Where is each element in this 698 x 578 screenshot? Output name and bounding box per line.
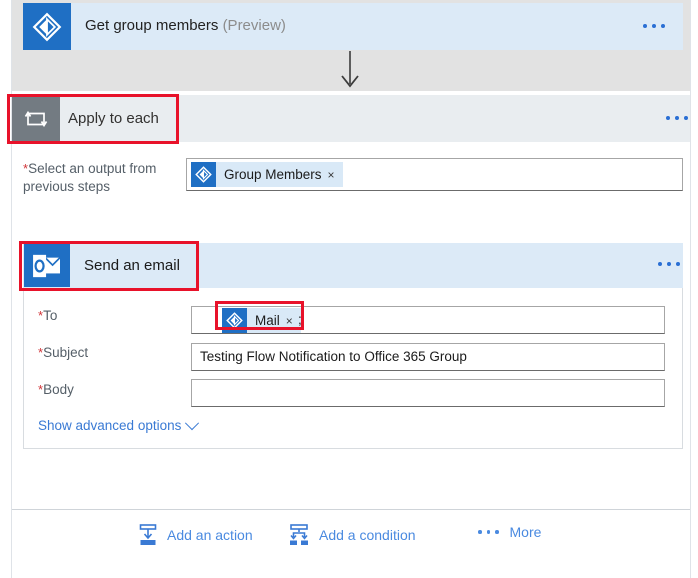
trigger-card-overflow-menu-icon[interactable] <box>643 24 665 28</box>
select-output-label: *Select an output from previous steps <box>23 160 178 196</box>
apply-to-each-overflow-menu-icon[interactable] <box>666 116 688 120</box>
to-field-label: *To <box>38 308 57 323</box>
subject-field-label-text: Subject <box>43 345 88 360</box>
group-members-token-label: Group Members <box>216 167 328 182</box>
add-an-action-button[interactable]: Add an action <box>138 524 253 546</box>
more-button[interactable]: More <box>478 524 541 540</box>
add-a-condition-label: Add a condition <box>319 527 416 543</box>
chevron-down-icon <box>185 416 199 430</box>
add-an-action-label: Add an action <box>167 527 253 543</box>
show-advanced-options-label: Show advanced options <box>38 418 181 433</box>
azure-ad-diamond-icon <box>23 3 71 50</box>
azure-ad-diamond-icon <box>222 308 247 333</box>
body-field-label-text: Body <box>43 382 74 397</box>
trigger-card[interactable]: Get group members (Preview) <box>23 3 683 50</box>
add-action-icon <box>138 524 158 546</box>
more-label: More <box>510 524 542 540</box>
select-output-label-text: Select an output from previous steps <box>23 161 156 194</box>
trigger-card-preview-badge: (Preview) <box>223 17 286 34</box>
subject-field-label: *Subject <box>38 345 88 360</box>
trigger-card-title: Get group members (Preview) <box>85 17 286 34</box>
to-field-label-text: To <box>43 308 57 323</box>
down-arrow-icon <box>340 51 360 91</box>
canvas-right-rail <box>690 0 691 578</box>
to-field-separator: ; <box>298 308 302 332</box>
loop-repeat-icon <box>12 95 60 142</box>
send-email-title: Send an email <box>84 257 180 274</box>
azure-ad-diamond-icon <box>191 162 216 187</box>
trigger-card-title-text: Get group members <box>85 17 218 34</box>
mail-token-label: Mail <box>247 313 286 328</box>
mail-token[interactable]: Mail × <box>222 308 301 333</box>
subject-field-input[interactable]: Testing Flow Notification to Office 365 … <box>191 343 665 371</box>
outlook-icon <box>24 244 70 287</box>
group-members-token-remove-icon[interactable]: × <box>328 168 343 182</box>
add-a-condition-button[interactable]: Add a condition <box>288 524 416 546</box>
send-email-overflow-menu-icon[interactable] <box>658 262 680 266</box>
more-ellipsis-icon <box>478 530 499 534</box>
body-field-input[interactable] <box>191 379 665 407</box>
body-field-label: *Body <box>38 382 74 397</box>
flow-designer-canvas: Get group members (Preview) Apply to eac… <box>0 0 698 578</box>
show-advanced-options-link[interactable]: Show advanced options <box>38 418 197 433</box>
add-condition-icon <box>288 524 310 546</box>
apply-to-each-title: Apply to each <box>68 110 159 127</box>
group-members-token[interactable]: Group Members × <box>191 162 343 187</box>
